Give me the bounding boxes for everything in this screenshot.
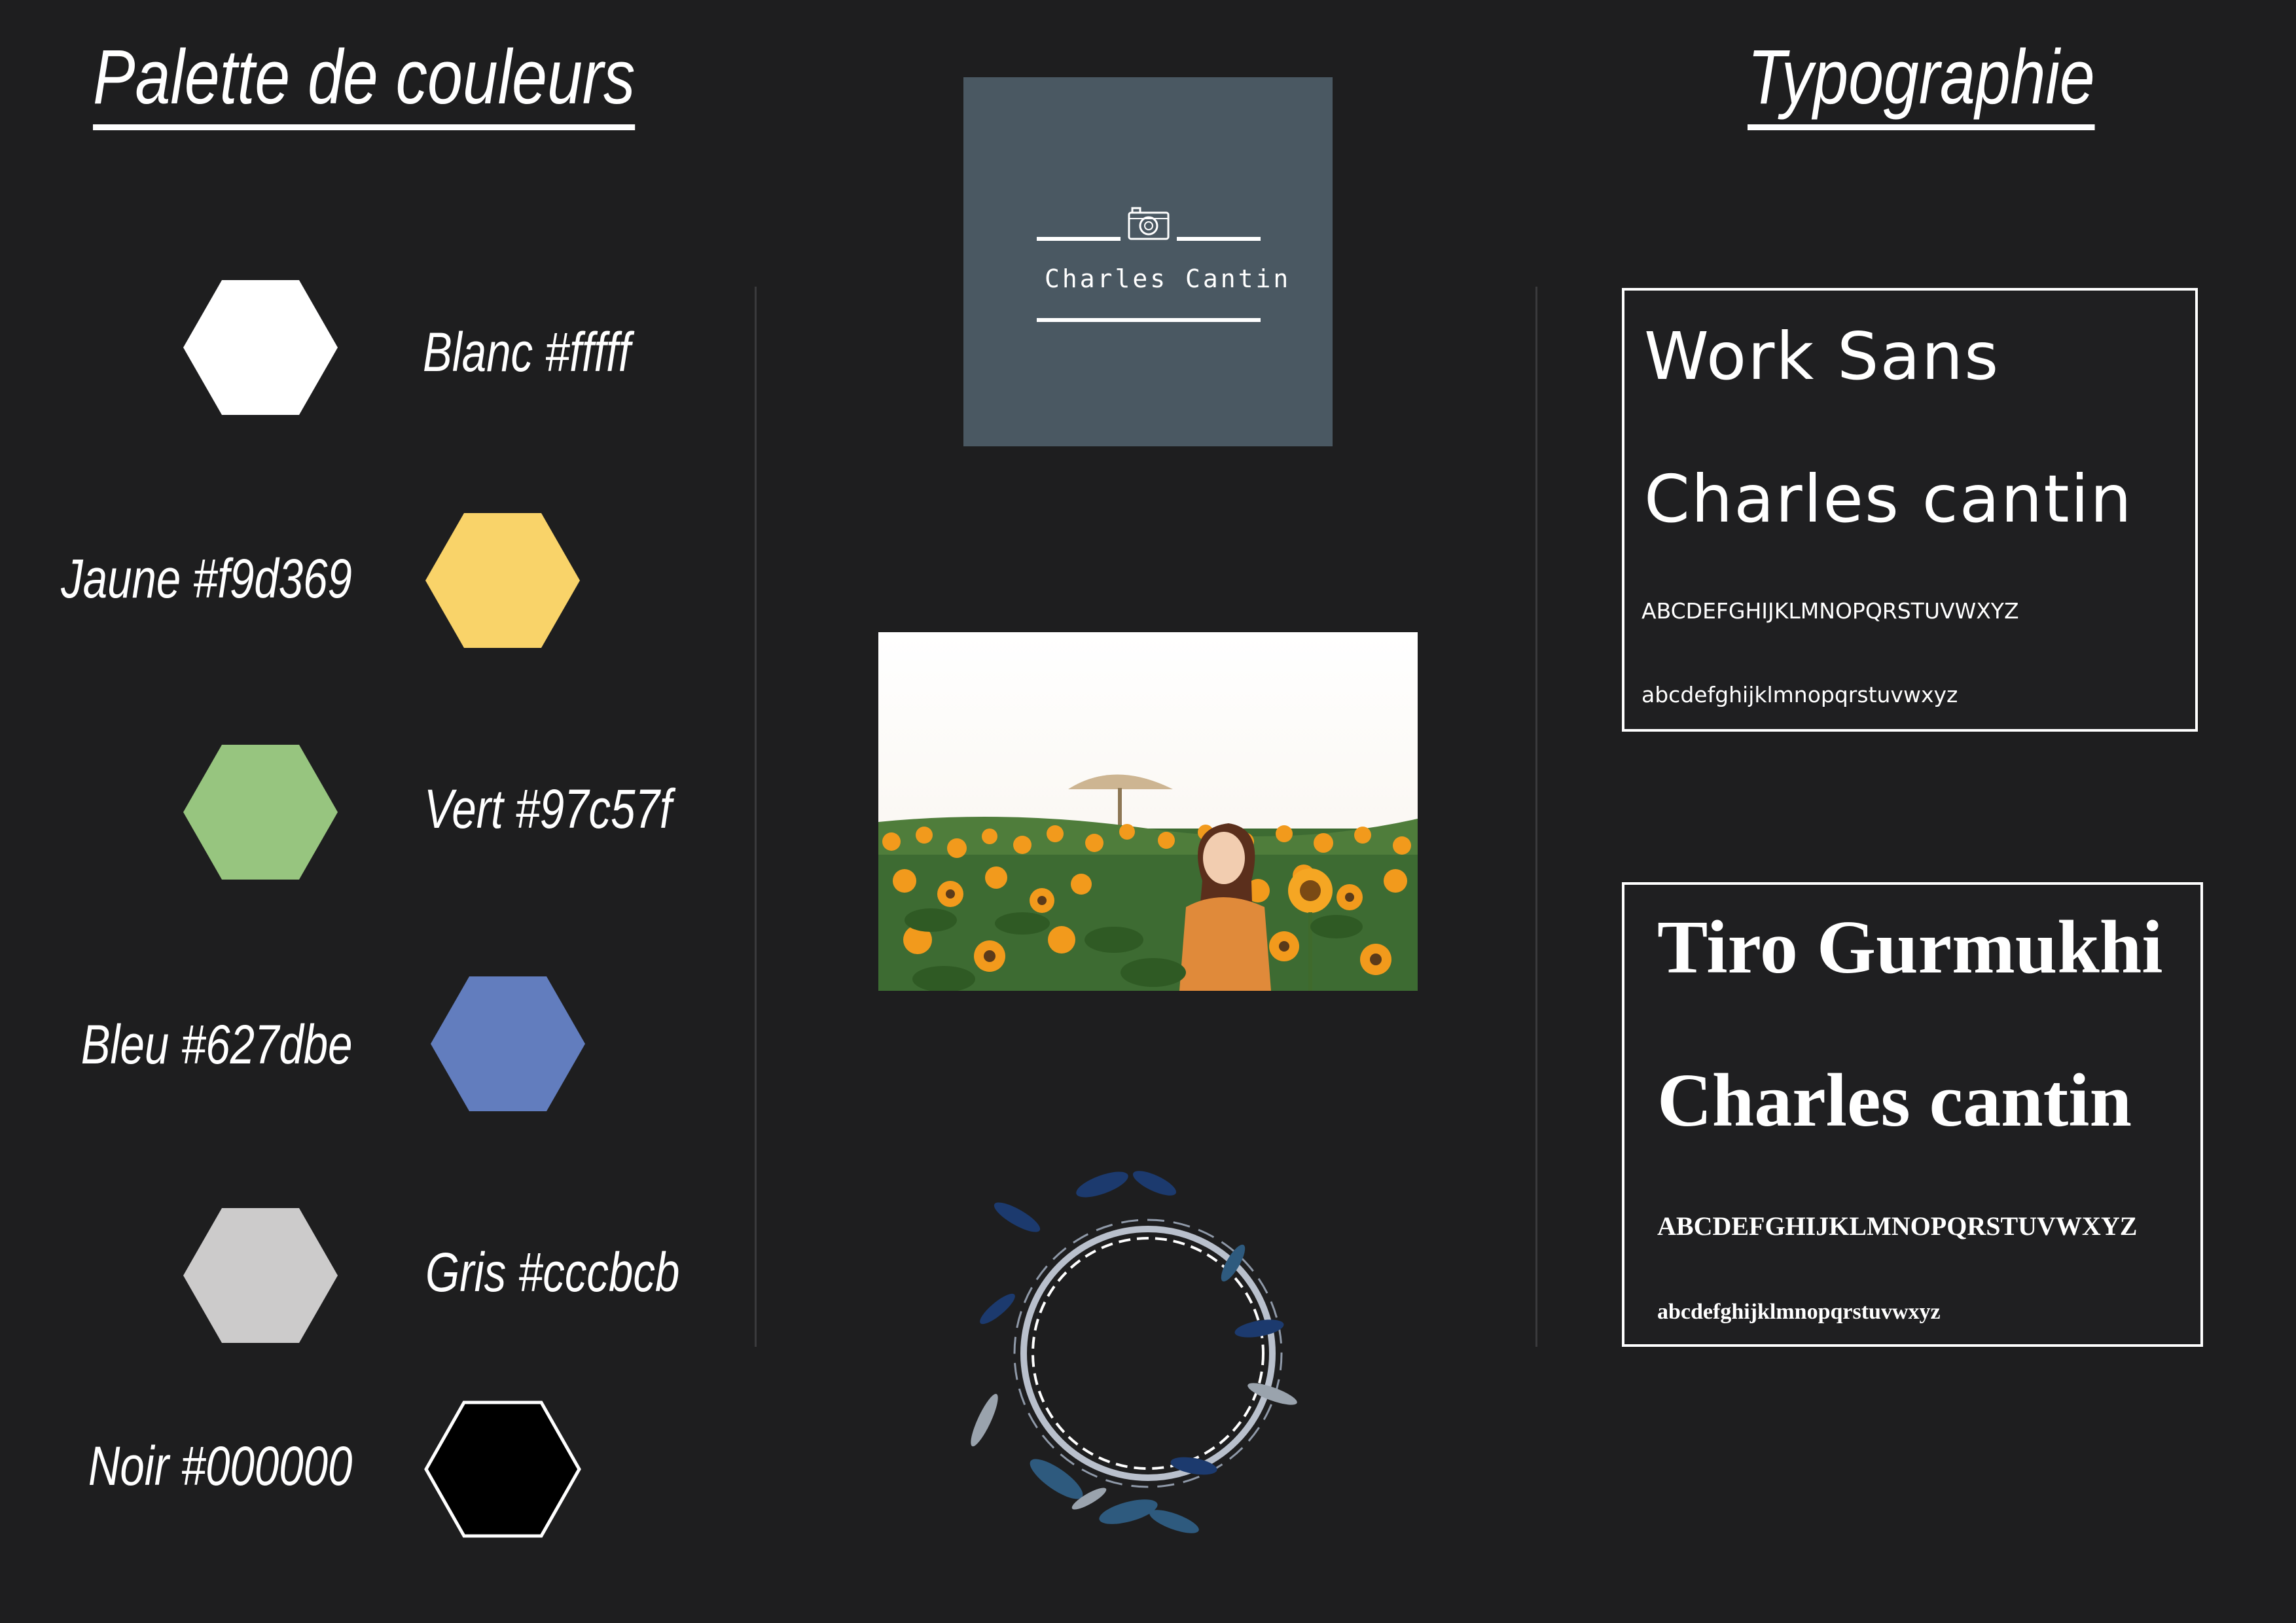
swatch-yellow-label: Jaune #f9d369 (61, 548, 352, 609)
swatch-green-hexagon (183, 745, 338, 880)
font-card-tiro-gurmukhi: Tiro Gurmukhi Charles cantin ABCDEFGHIJK… (1622, 882, 2203, 1347)
font-sample: Charles cantin (1657, 1059, 2132, 1143)
logo-underline (1037, 318, 1261, 322)
palette-title: Palette de couleurs (93, 31, 636, 130)
swatch-yellow-hexagon (425, 513, 580, 648)
floral-wreath-icon (971, 1171, 1297, 1533)
swatch-green-label: Vert #97c57f (424, 778, 672, 840)
left-divider (755, 287, 757, 1347)
font-sample: Charles cantin (1644, 461, 2133, 537)
logo-line-right (1177, 237, 1261, 241)
right-divider (1535, 287, 1537, 1347)
swatch-blue-hexagon (431, 976, 585, 1111)
font-lowercase: abcdefghijklmnopqrstuvwxyz (1641, 682, 1958, 707)
sunflower-field-photo (878, 632, 1418, 991)
swatch-grey-label: Gris #cccbcb (425, 1241, 680, 1303)
font-uppercase: ABCDEFGHIJKLMNOPQRSTUVWXYZ (1641, 598, 2019, 624)
logo-line-left (1037, 237, 1121, 241)
swatch-blue-label: Bleu #627dbe (81, 1014, 352, 1075)
swatch-white-label: Blanc #fffff (423, 321, 631, 383)
font-card-work-sans: Work Sans Charles cantin ABCDEFGHIJKLMNO… (1622, 288, 2198, 732)
swatch-grey-hexagon (183, 1208, 338, 1343)
swatch-black-hexagon (424, 1400, 581, 1538)
swatch-black-label: Noir #000000 (88, 1435, 353, 1497)
font-name: Work Sans (1644, 318, 2000, 395)
font-uppercase: ABCDEFGHIJKLMNOPQRSTUVWXYZ (1657, 1211, 2138, 1241)
font-lowercase: abcdefghijklmnopqrstuvwxyz (1657, 1300, 1941, 1324)
typography-title: Typographie (1748, 31, 2095, 130)
logo-name: Charles Cantin (1045, 264, 1291, 293)
logo: Charles Cantin (963, 77, 1333, 446)
swatch-white-hexagon (183, 280, 338, 415)
font-name: Tiro Gurmukhi (1657, 906, 2163, 990)
camera-icon (1128, 207, 1170, 240)
